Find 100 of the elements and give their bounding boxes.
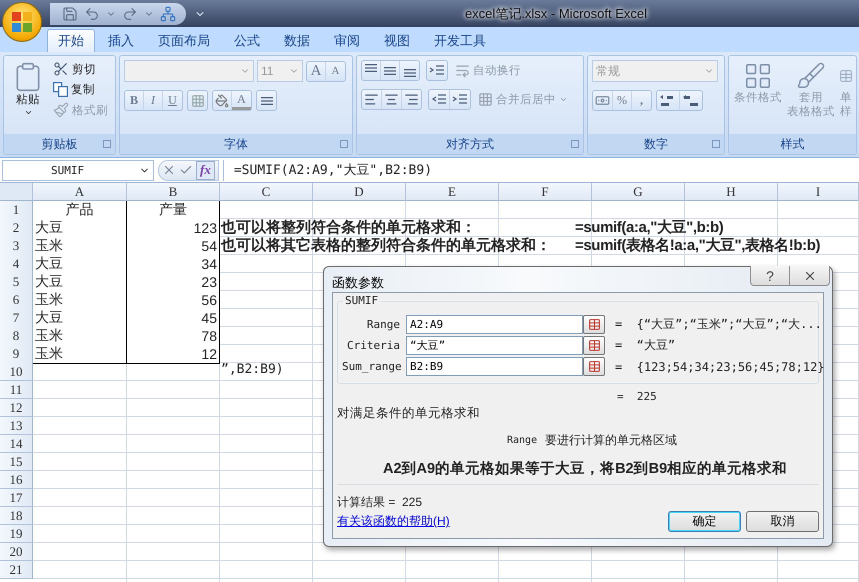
clipboard-command[interactable]: 复制 bbox=[52, 81, 109, 98]
dialog-button[interactable]: 取消 bbox=[746, 511, 819, 532]
column-header[interactable]: C bbox=[220, 183, 313, 201]
argument-result: = {“大豆”;“玉米”;“大豆”;“大... bbox=[614, 316, 822, 333]
row-header[interactable]: 15 bbox=[0, 453, 33, 471]
grid-icon bbox=[190, 94, 204, 108]
fill-color-button[interactable] bbox=[213, 91, 232, 110]
cancel-icon[interactable] bbox=[162, 163, 176, 177]
argument-field[interactable]: B2:B9 bbox=[406, 357, 583, 376]
formula-field[interactable]: =SUMIF(A2:A9,"大豆",B2:B9) bbox=[222, 160, 857, 180]
note-formula: =sumif(表格名!a:a,"大豆",表格名!b:b) bbox=[575, 236, 820, 255]
undo-icon[interactable] bbox=[84, 6, 100, 22]
range-picker-icon bbox=[588, 360, 600, 373]
currency-button[interactable] bbox=[593, 91, 613, 110]
argument-name: Range bbox=[507, 435, 538, 446]
align-top-button[interactable] bbox=[362, 61, 381, 80]
bold-button[interactable]: B bbox=[125, 91, 144, 110]
range-picker-button[interactable] bbox=[583, 336, 605, 355]
row-header[interactable]: 13 bbox=[0, 417, 33, 435]
group-label: 字体 bbox=[224, 136, 248, 152]
percent-button[interactable]: % bbox=[613, 91, 632, 110]
argument-field[interactable]: A2:A9 bbox=[406, 315, 583, 334]
column-header[interactable]: I bbox=[778, 183, 859, 201]
column-header[interactable]: G bbox=[592, 183, 685, 201]
row-header[interactable]: 1 bbox=[0, 201, 33, 220]
row-header[interactable]: 14 bbox=[0, 435, 33, 453]
caret-icon bbox=[559, 95, 568, 104]
group-label: 剪贴板 bbox=[42, 136, 78, 152]
ribbon-tab[interactable]: 公式 bbox=[223, 29, 271, 52]
dialog-button[interactable]: 确定 bbox=[668, 511, 741, 532]
row-header[interactable]: 5 bbox=[0, 273, 33, 292]
row-header[interactable]: 8 bbox=[0, 327, 33, 346]
row-header[interactable]: 21 bbox=[0, 561, 33, 579]
argument-label: Sum_range bbox=[342, 360, 403, 373]
help-link[interactable]: 有关该函数的帮助(H) bbox=[337, 513, 450, 530]
column-header[interactable]: E bbox=[406, 183, 499, 201]
font-name-field[interactable] bbox=[124, 60, 254, 82]
ribbon-tab[interactable]: 插入 bbox=[97, 29, 145, 52]
ribbon-tab[interactable]: 页面布局 bbox=[147, 29, 221, 52]
table-cell: 玉米 bbox=[33, 345, 127, 364]
row-header[interactable]: 20 bbox=[0, 543, 33, 561]
underline-button[interactable]: U bbox=[163, 91, 182, 110]
table-cell: 78 bbox=[127, 327, 220, 346]
help-button[interactable]: ? bbox=[750, 266, 790, 286]
range-picker-button[interactable] bbox=[583, 315, 605, 334]
argument-result: = “大豆” bbox=[614, 337, 676, 354]
column-header[interactable]: F bbox=[499, 183, 592, 201]
row-header[interactable]: 6 bbox=[0, 291, 33, 310]
clipboard-command[interactable]: 剪切 bbox=[52, 60, 109, 78]
ribbon-tab[interactable]: 审阅 bbox=[323, 29, 371, 52]
table-cell: 大豆 bbox=[33, 255, 127, 274]
row-header[interactable]: 16 bbox=[0, 471, 33, 489]
align-middle-button[interactable] bbox=[381, 61, 400, 80]
row-header[interactable]: 7 bbox=[0, 309, 33, 328]
align-left-icon bbox=[364, 92, 379, 107]
column-header[interactable]: D bbox=[313, 183, 406, 201]
copy-icon bbox=[53, 82, 68, 97]
insert-function-button[interactable]: fx bbox=[196, 160, 215, 180]
redo-icon[interactable] bbox=[122, 6, 138, 22]
row-header[interactable]: 10 bbox=[0, 363, 33, 381]
range-picker-button[interactable] bbox=[583, 357, 605, 376]
column-header[interactable]: B bbox=[127, 183, 220, 201]
ribbon-tab[interactable]: 开始 bbox=[47, 29, 95, 52]
calculation-result: 计算结果 = 225 bbox=[337, 494, 424, 511]
italic-button[interactable]: I bbox=[144, 91, 163, 110]
argument-result: = {123;54;34;23;56;45;78;12} bbox=[614, 360, 825, 374]
table-cell: 玉米 bbox=[33, 327, 127, 346]
formula-overflow-text: ”,B2:B9) bbox=[221, 362, 284, 377]
row-header[interactable]: 12 bbox=[0, 399, 33, 417]
paste-button[interactable]: 粘贴 bbox=[8, 60, 48, 132]
align-bottom-icon bbox=[404, 69, 416, 77]
name-box[interactable]: SUMIF bbox=[2, 160, 154, 180]
grow-font-button[interactable]: A bbox=[307, 62, 326, 80]
column-header[interactable]: A bbox=[33, 183, 127, 201]
row-header[interactable]: 4 bbox=[0, 255, 33, 274]
column-header[interactable]: H bbox=[685, 183, 778, 201]
window-title: excel笔记.xlsx - Microsoft Excel bbox=[464, 4, 647, 22]
row-header[interactable]: 3 bbox=[0, 237, 33, 256]
ribbon-tab[interactable]: 数据 bbox=[273, 29, 321, 52]
row-header[interactable]: 17 bbox=[0, 489, 33, 507]
diagram-icon[interactable] bbox=[160, 6, 176, 22]
align-middle-icon bbox=[384, 66, 396, 74]
office-button[interactable] bbox=[2, 2, 42, 42]
caret-icon bbox=[24, 108, 32, 117]
row-header[interactable]: 11 bbox=[0, 381, 33, 399]
office-logo-icon bbox=[10, 10, 34, 34]
ribbon-tab[interactable]: 视图 bbox=[373, 29, 421, 52]
shrink-font-button[interactable]: A bbox=[326, 62, 345, 80]
row-header[interactable]: 18 bbox=[0, 507, 33, 525]
argument-field[interactable]: “大豆” bbox=[406, 336, 583, 355]
row-header[interactable]: 2 bbox=[0, 219, 33, 238]
row-header[interactable]: 9 bbox=[0, 345, 33, 364]
close-button[interactable] bbox=[790, 266, 830, 286]
save-icon[interactable] bbox=[62, 6, 78, 22]
comma-button[interactable]: , bbox=[632, 91, 651, 110]
table-cell: 123 bbox=[127, 219, 220, 238]
note-text: 也可以将其它表格的整列符合条件的单元格求和： bbox=[221, 236, 552, 255]
row-header[interactable]: 19 bbox=[0, 525, 33, 543]
ribbon-tab[interactable]: 开发工具 bbox=[423, 29, 497, 52]
table-cell: 大豆 bbox=[33, 219, 127, 238]
